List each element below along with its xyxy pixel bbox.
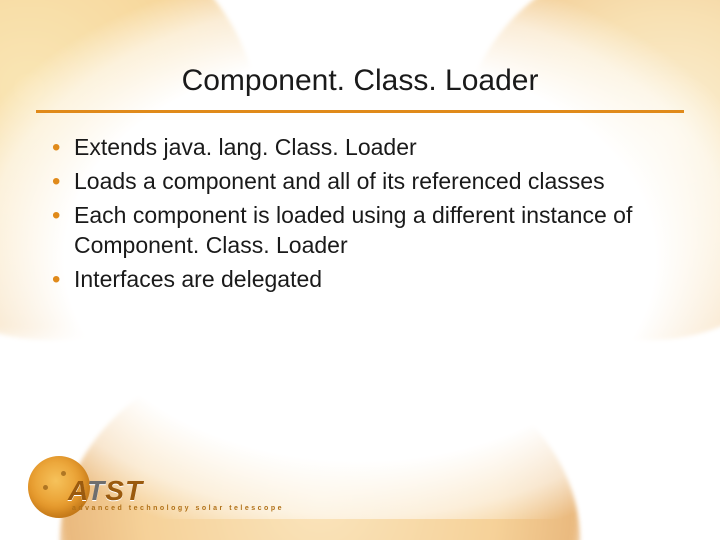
atst-logo: ATST advanced technology solar telescope [28,456,284,518]
bullet-item: Loads a component and all of its referen… [50,167,660,197]
slide-title: Component. Class. Loader [0,64,720,98]
bullet-item: Extends java. lang. Class. Loader [50,133,660,163]
bullet-item: Each component is loaded using a differe… [50,201,660,261]
title-rule [36,110,684,113]
logo-acronym: ATST [68,478,284,503]
bullet-item: Interfaces are delegated [50,265,660,295]
slide: Component. Class. Loader Extends java. l… [0,0,720,540]
logo-text: ATST advanced technology solar telescope [68,478,284,512]
logo-subtitle: advanced technology solar telescope [72,505,284,512]
bullet-list: Extends java. lang. Class. Loader Loads … [50,133,660,294]
